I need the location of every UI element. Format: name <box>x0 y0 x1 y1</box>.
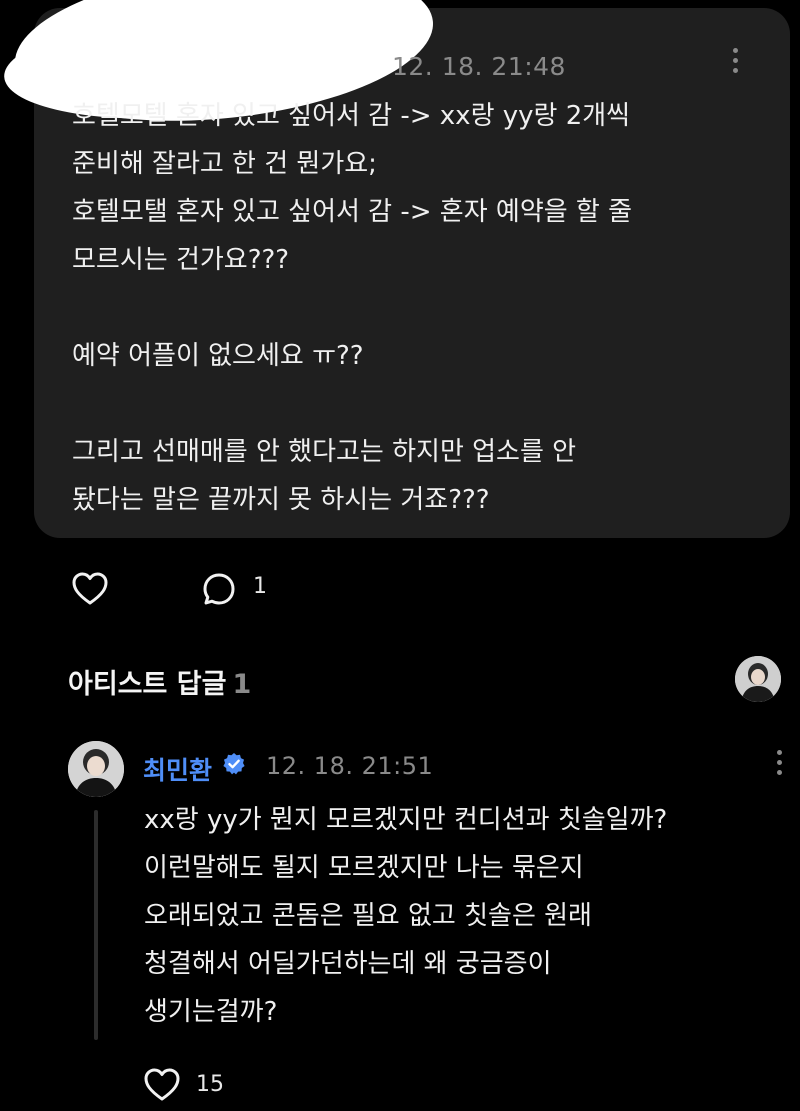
post-more-options-icon[interactable] <box>733 48 739 73</box>
artist-replies-heading: 아티스트 답글 1 <box>68 662 251 701</box>
reply-author-avatar[interactable] <box>68 741 124 797</box>
comment-bubble-icon[interactable] <box>202 572 236 606</box>
thread-line <box>94 810 98 1040</box>
artist-replies-count: 1 <box>232 669 252 700</box>
heart-icon[interactable] <box>144 1068 180 1102</box>
post-timestamp: 12. 18. 21:48 <box>392 52 566 81</box>
reply-body-text: xx랑 yy가 뭔지 모르겠지만 컨디션과 칫솔일까? 이런말해도 될지 모르겠… <box>144 805 668 1027</box>
artist-avatar[interactable] <box>735 656 781 702</box>
heart-icon[interactable] <box>72 572 108 606</box>
reply-like-count: 15 <box>196 1072 224 1097</box>
comment-count: 1 <box>253 574 267 599</box>
reply-timestamp: 12. 18. 21:51 <box>266 752 434 780</box>
verified-badge-icon <box>223 753 245 775</box>
artist-replies-title: 아티스트 답글 <box>68 669 227 700</box>
reply-author-name[interactable]: 최민환 <box>143 751 212 787</box>
post-body-text: 호텔모텔 혼자 있고 싶어서 감 -> xx랑 yy랑 2개씩 준비해 잘라고 … <box>72 101 633 515</box>
reply-more-options-icon[interactable] <box>777 750 783 775</box>
